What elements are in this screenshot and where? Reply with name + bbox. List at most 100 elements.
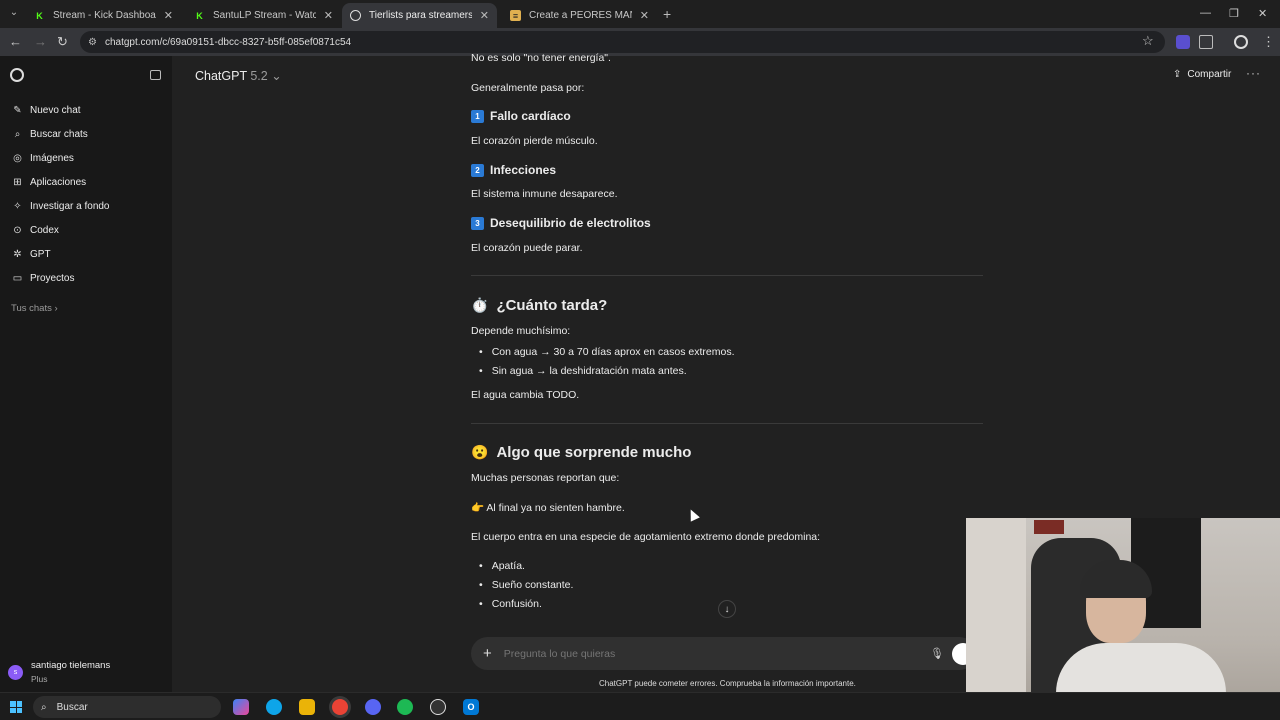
model-version: 5.2 xyxy=(250,69,268,83)
bookmark-star-icon[interactable]: ☆ xyxy=(1142,33,1154,49)
taskbar-search[interactable]: ⌕ Buscar xyxy=(33,696,221,718)
openai-logo-icon[interactable] xyxy=(10,68,24,82)
chrome-icon[interactable] xyxy=(332,699,348,715)
sidebar-item-label: Aplicaciones xyxy=(30,176,87,188)
discord-icon[interactable] xyxy=(365,699,381,715)
message-text: No es solo "no tener energía". xyxy=(471,52,611,64)
tab-strip: ⌄ K Stream - Kick Dashboard ✕ K SantuLP … xyxy=(0,0,1280,28)
tab-kick-dashboard[interactable]: K Stream - Kick Dashboard ✕ xyxy=(26,3,181,28)
close-tab-icon[interactable]: ✕ xyxy=(164,9,173,22)
arrow-down-icon: ↓ xyxy=(724,603,730,615)
windows-start-icon[interactable] xyxy=(10,701,22,713)
divider xyxy=(471,275,983,276)
forward-icon[interactable]: → xyxy=(34,35,47,49)
obs-icon[interactable] xyxy=(430,699,446,715)
list-item: Sueño constante. xyxy=(479,579,574,591)
number-badge-icon: 1 xyxy=(471,109,484,123)
list-item: Sin agua → la deshidratación mata antes. xyxy=(479,365,687,377)
more-options-icon[interactable]: ··· xyxy=(1246,66,1261,80)
restore-icon[interactable]: ❐ xyxy=(1229,7,1239,20)
extensions-puzzle-icon[interactable] xyxy=(1199,35,1213,49)
sidebar-toggle-icon[interactable] xyxy=(150,70,161,80)
profile-icon[interactable] xyxy=(1234,35,1248,49)
reload-icon[interactable]: ↻ xyxy=(57,35,68,49)
webcam-overlay xyxy=(966,518,1280,720)
browser-menu-icon[interactable]: ⋮ xyxy=(1262,35,1275,49)
composer: + xyxy=(471,637,976,670)
sidebar-item-label: Imágenes xyxy=(30,152,74,164)
site-info-icon[interactable]: ⚙ xyxy=(88,37,97,48)
kick-icon: K xyxy=(36,10,43,21)
surprised-face-icon: 😮 xyxy=(471,444,489,460)
sidebar-item-label: Proyectos xyxy=(30,272,75,284)
share-button[interactable]: ⇪ Compartir xyxy=(1173,69,1231,80)
your-chats-header[interactable]: Tus chats › xyxy=(11,303,58,314)
stopwatch-icon: ⏱️ xyxy=(471,297,489,313)
sidebar-item-apps[interactable]: ⊞ Aplicaciones xyxy=(12,173,86,191)
close-tab-icon[interactable]: ✕ xyxy=(640,9,649,22)
message-text: El corazón puede parar. xyxy=(471,242,583,254)
chatgpt-icon xyxy=(350,10,361,21)
cause-heading: 3 Desequilibrio de electrolitos xyxy=(471,216,651,230)
cause-heading: 2 Infecciones xyxy=(471,163,556,177)
scroll-down-button[interactable]: ↓ xyxy=(718,600,736,618)
close-window-icon[interactable]: ✕ xyxy=(1258,7,1267,20)
user-plan: Plus xyxy=(31,674,48,684)
sidebar-item-label: Nuevo chat xyxy=(30,104,81,116)
sidebar-item-new-chat[interactable]: ✎ Nuevo chat xyxy=(12,101,81,119)
address-toolbar: ← → ↻ ⚙ chatgpt.com/c/69a09151-dbcc-8327… xyxy=(0,28,1280,56)
list-item: Confusión. xyxy=(479,598,542,610)
app-title: ChatGPT xyxy=(195,69,247,83)
pointer-line: 👉 Al final ya no sienten hambre. xyxy=(471,502,625,514)
url-bar[interactable]: ⚙ chatgpt.com/c/69a09151-dbcc-8327-b5ff-… xyxy=(80,31,1165,53)
user-name: santiago tielemans xyxy=(31,660,111,671)
tab-title: Tierlists para streamers xyxy=(369,10,472,21)
chevron-down-icon: ⌄ xyxy=(271,69,282,83)
sidebar-item-label: Codex xyxy=(30,224,59,236)
edge-icon[interactable] xyxy=(266,699,282,715)
research-icon: ✧ xyxy=(13,200,22,212)
prompt-input[interactable] xyxy=(503,647,884,660)
sidebar-item-codex[interactable]: ⊙ Codex xyxy=(12,221,59,239)
tab-kick-stream[interactable]: K SantuLP Stream - Watch Live on ✕ xyxy=(186,3,341,28)
sidebar-item-label: Investigar a fondo xyxy=(30,200,110,212)
copilot-icon[interactable] xyxy=(233,699,249,715)
sidebar-item-search[interactable]: ⌕ Buscar chats xyxy=(12,125,88,143)
spotify-icon[interactable] xyxy=(397,699,413,715)
add-attachment-icon[interactable]: + xyxy=(483,645,492,662)
file-explorer-icon[interactable] xyxy=(299,699,315,715)
search-icon: ⌕ xyxy=(14,128,21,140)
close-tab-icon[interactable]: ✕ xyxy=(480,9,489,22)
message-text: El cuerpo entra en una especie de agotam… xyxy=(471,531,821,543)
disclaimer-text: ChatGPT puede cometer errores. Comprueba… xyxy=(599,679,856,688)
extension-icon[interactable] xyxy=(1176,35,1190,49)
section-heading: 😮 Algo que sorprende mucho xyxy=(471,444,692,461)
number-badge-icon: 3 xyxy=(471,216,484,230)
new-tab-icon[interactable]: + xyxy=(663,6,671,22)
model-selector[interactable]: ChatGPT 5.2 ⌄ xyxy=(195,68,282,83)
user-menu[interactable]: s santiago tielemans Plus xyxy=(8,660,110,684)
microphone-icon[interactable]: 🎙 xyxy=(930,647,944,660)
sidebar-item-research[interactable]: ✧ Investigar a fondo xyxy=(12,197,110,215)
minimize-icon[interactable]: — xyxy=(1200,7,1211,19)
close-tab-icon[interactable]: ✕ xyxy=(324,9,333,22)
message-text: El corazón pierde músculo. xyxy=(471,135,598,147)
message-text: Generalmente pasa por: xyxy=(471,82,585,94)
tab-tiermaker[interactable]: ≡ Create a PEORES MANERAS DE ✕ xyxy=(502,3,657,28)
outlook-icon[interactable]: O xyxy=(463,699,479,715)
back-icon[interactable]: ← xyxy=(9,35,22,49)
sidebar-item-projects[interactable]: ▭ Proyectos xyxy=(12,269,75,287)
apps-icon: ⊞ xyxy=(13,176,22,188)
tab-search-icon[interactable]: ⌄ xyxy=(6,5,22,21)
image-icon: ◎ xyxy=(13,152,22,164)
message-text: El agua cambia TODO. xyxy=(471,389,580,401)
number-badge-icon: 2 xyxy=(471,163,484,177)
message-text: Depende muchísimo: xyxy=(471,325,571,337)
message-text: Muchas personas reportan que: xyxy=(471,472,620,484)
section-heading: ⏱️ ¿Cuánto tarda? xyxy=(471,297,608,314)
message-text: El sistema inmune desaparece. xyxy=(471,188,618,200)
mouse-cursor-icon xyxy=(686,507,700,522)
sidebar-item-gpt[interactable]: ✲ GPT xyxy=(12,245,50,263)
tab-chatgpt[interactable]: Tierlists para streamers ✕ xyxy=(342,3,497,28)
sidebar-item-images[interactable]: ◎ Imágenes xyxy=(12,149,74,167)
